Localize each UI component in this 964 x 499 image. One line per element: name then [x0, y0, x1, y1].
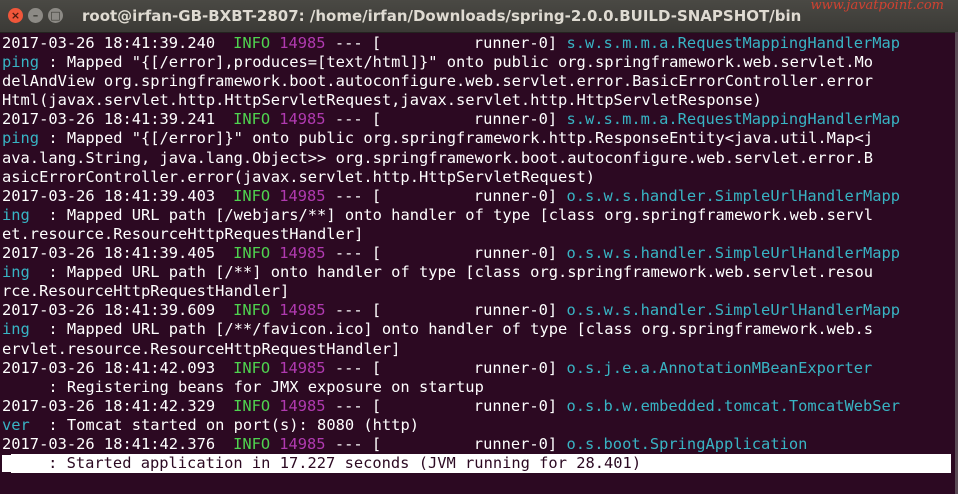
logger-name: ing: [2, 205, 30, 224]
log-line: 2017-03-26 18:41:39.609 INFO 14985 --- [ r…: [2, 301, 954, 320]
process-id: 14985: [279, 396, 326, 415]
log-line: ing : Mapped URL path [/**/favicon.ico] …: [2, 320, 954, 339]
log-line: 2017-03-26 18:41:39.405 INFO 14985 --- [ r…: [2, 244, 954, 263]
timestamp: 2017-03-26 18:41:39.609: [2, 301, 216, 320]
log-message: Html(javax.servlet.http.HttpServletReque…: [2, 91, 762, 110]
log-message: asicErrorController.error(javax.servlet.…: [2, 167, 596, 186]
logger-name: ping: [2, 53, 40, 72]
process-id: 14985: [279, 434, 326, 453]
timestamp: 2017-03-26 18:41:39.241: [2, 110, 216, 129]
log-line: 2017-03-26 18:41:42.376 INFO 14985 --- [ r…: [2, 435, 954, 454]
title-bar: × – □ root@irfan-GB-BXBT-2807: /home/irf…: [0, 0, 958, 33]
log-level: INFO: [233, 186, 271, 205]
log-message: delAndView org.springframework.boot.auto…: [2, 72, 873, 91]
thread-name: --- [ runner-0]: [325, 358, 567, 377]
log-line: ping : Mapped "{[/error],produces=[text/…: [2, 53, 954, 72]
log-level: INFO: [233, 396, 271, 415]
process-id: 14985: [279, 358, 326, 377]
log-message: rce.ResourceHttpRequestHandler]: [2, 282, 290, 301]
thread-name: --- [ runner-0]: [325, 301, 567, 320]
process-id: 14985: [279, 34, 326, 52]
logger-name: o.s.b.w.embedded.tomcat.TomcatWebSer: [566, 396, 901, 415]
log-line: Html(javax.servlet.http.HttpServletReque…: [2, 91, 954, 110]
process-id: 14985: [279, 301, 326, 320]
timestamp: 2017-03-26 18:41:39.405: [2, 244, 216, 263]
logger-name: ping: [2, 129, 40, 148]
timestamp: 2017-03-26 18:41:42.329: [2, 396, 216, 415]
window-title: root@irfan-GB-BXBT-2807: /home/irfan/Dow…: [82, 7, 802, 25]
log-line: ver : Tomcat started on port(s): 8080 (h…: [2, 416, 954, 435]
log-message: : Mapped "{[/error]}" onto public org.sp…: [39, 129, 874, 148]
log-line: 2017-03-26 18:41:42.329 INFO 14985 --- [ r…: [2, 397, 954, 416]
logger-name: s.w.s.m.m.a.RequestMappingHandlerMap: [566, 34, 901, 52]
watermark: www.javatpoint.com: [810, 0, 944, 13]
timestamp: 2017-03-26 18:41:42.093: [2, 358, 216, 377]
close-button[interactable]: ×: [8, 8, 23, 23]
logger-name: o.s.j.e.a.AnnotationMBeanExporter: [566, 358, 873, 377]
log-line: ing : Mapped URL path [/webjars/**] onto…: [2, 206, 954, 225]
log-line: delAndView org.springframework.boot.auto…: [2, 72, 954, 91]
thread-name: --- [ runner-0]: [325, 110, 567, 129]
logger-name: o.s.w.s.handler.SimpleUrlHandlerMapp: [566, 186, 901, 205]
terminal-window: × – □ root@irfan-GB-BXBT-2807: /home/irf…: [0, 0, 958, 494]
terminal-cursor: [2, 455, 11, 473]
log-message: : Mapped URL path [/webjars/**] onto han…: [29, 205, 874, 224]
logger-name: o.s.w.s.handler.SimpleUrlHandlerMapp: [566, 244, 901, 263]
log-message: : Mapped URL path [/**/favicon.ico] onto…: [29, 320, 874, 339]
minimize-button[interactable]: –: [28, 8, 43, 23]
log-message: et.resource.ResourceHttpRequestHandler]: [2, 224, 364, 243]
log-message: ervlet.resource.ResourceHttpRequestHandl…: [2, 339, 401, 358]
thread-name: --- [ runner-0]: [325, 34, 567, 52]
log-message: : Mapped URL path [/**] onto handler of …: [29, 263, 874, 282]
log-line: ervlet.resource.ResourceHttpRequestHandl…: [2, 340, 954, 359]
log-message: : Mapped "{[/error],produces=[text/html]…: [39, 53, 874, 72]
log-line: ing : Mapped URL path [/**] onto handler…: [2, 263, 954, 282]
log-line: ava.lang.String, java.lang.Object>> org.…: [2, 149, 954, 168]
terminal-output[interactable]: 2017-03-26 18:41:39.240 INFO 14985 --- [ r…: [2, 34, 954, 492]
logger-name: ing: [2, 320, 30, 339]
highlighted-line: : Started application in 17.227 seconds …: [2, 454, 954, 474]
logger-name: ing: [2, 263, 30, 282]
timestamp: 2017-03-26 18:41:39.403: [2, 186, 216, 205]
log-line: rce.ResourceHttpRequestHandler]: [2, 282, 954, 301]
log-line: 2017-03-26 18:41:39.241 INFO 14985 --- [ r…: [2, 110, 954, 129]
timestamp: 2017-03-26 18:41:39.240: [2, 34, 216, 52]
logger-name: o.s.w.s.handler.SimpleUrlHandlerMapp: [566, 301, 901, 320]
logger-name: o.s.boot.SpringApplication: [566, 434, 808, 453]
thread-name: --- [ runner-0]: [325, 244, 567, 263]
log-message: : Registering beans for JMX exposure on …: [2, 377, 484, 396]
timestamp: 2017-03-26 18:41:42.376: [2, 434, 216, 453]
log-level: INFO: [233, 34, 271, 52]
log-line: 2017-03-26 18:41:42.093 INFO 14985 --- [ r…: [2, 359, 954, 378]
thread-name: --- [ runner-0]: [325, 186, 567, 205]
log-line: : Registering beans for JMX exposure on …: [2, 378, 954, 397]
log-level: INFO: [233, 110, 271, 129]
logger-name: s.w.s.m.m.a.RequestMappingHandlerMap: [566, 110, 901, 129]
logger-name: ver: [2, 415, 30, 434]
thread-name: --- [ runner-0]: [325, 396, 567, 415]
scrollbar[interactable]: [955, 32, 958, 494]
process-id: 14985: [279, 110, 326, 129]
log-line: ping : Mapped "{[/error]}" onto public o…: [2, 129, 954, 148]
process-id: 14985: [279, 186, 326, 205]
maximize-button[interactable]: □: [48, 8, 63, 23]
log-level: INFO: [233, 244, 271, 263]
log-line: 2017-03-26 18:41:39.240 INFO 14985 --- [ r…: [2, 34, 954, 53]
log-line: et.resource.ResourceHttpRequestHandler]: [2, 225, 954, 244]
startup-message: : Started application in 17.227 seconds …: [11, 454, 951, 474]
log-line: asicErrorController.error(javax.servlet.…: [2, 168, 954, 187]
log-level: INFO: [233, 434, 271, 453]
log-level: INFO: [233, 301, 271, 320]
log-line: 2017-03-26 18:41:39.403 INFO 14985 --- [ r…: [2, 187, 954, 206]
log-message: ava.lang.String, java.lang.Object>> org.…: [2, 148, 873, 167]
log-message: : Tomcat started on port(s): 8080 (http): [29, 415, 419, 434]
process-id: 14985: [279, 244, 326, 263]
log-level: INFO: [233, 358, 271, 377]
thread-name: --- [ runner-0]: [325, 434, 567, 453]
